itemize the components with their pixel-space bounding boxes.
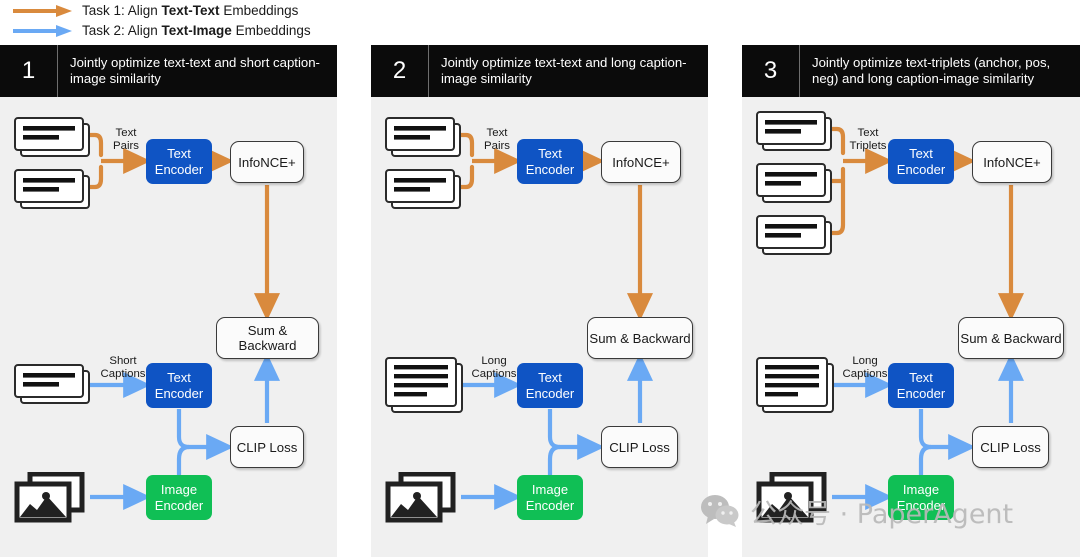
panel-3-body: Text Triplets Text Encoder InfoNCE+ Sum … [742, 97, 1080, 557]
image-encoder[interactable]: Image Encoder [888, 475, 954, 520]
diagram-canvas: Task 1: Align Text-Text Embeddings Task … [0, 0, 1080, 557]
panel-2-header: 2 Jointly optimize text-text and long ca… [371, 45, 708, 97]
sum-backward-box[interactable]: Sum & Backward [958, 317, 1064, 359]
image-stack-icon [385, 472, 456, 523]
clip-loss-box[interactable]: CLIP Loss [230, 426, 304, 468]
image-encoder[interactable]: Image Encoder [517, 475, 583, 520]
panel-2-body: Text Pairs Text Encoder InfoNCE+ Sum & B… [371, 97, 708, 557]
edge-label-captions: Long Captions [471, 355, 517, 380]
infonce-box[interactable]: InfoNCE+ [972, 141, 1052, 183]
infonce-box[interactable]: InfoNCE+ [230, 141, 304, 183]
orange-arrow-icon [13, 5, 72, 17]
infonce-box[interactable]: InfoNCE+ [601, 141, 681, 183]
legend-label-task2: Task 2: Align Text-Image Embeddings [82, 23, 311, 38]
edge-label-captions: Short Captions [100, 355, 146, 380]
text-encoder-top[interactable]: Text Encoder [517, 139, 583, 184]
long-caption-document-icon [756, 357, 834, 413]
edge-label-text-pairs: Text Pairs [113, 127, 139, 152]
image-stack-icon [756, 472, 827, 523]
clip-loss-box[interactable]: CLIP Loss [601, 426, 678, 468]
text-encoder-top[interactable]: Text Encoder [888, 139, 954, 184]
document-stack-icon [385, 117, 461, 209]
sum-backward-box[interactable]: Sum & Backward [587, 317, 693, 359]
text-encoder-bottom[interactable]: Text Encoder [888, 363, 954, 408]
panel-3-number: 3 [742, 45, 800, 97]
panel-1-number: 1 [0, 45, 58, 97]
image-stack-icon [14, 472, 85, 523]
long-caption-document-icon [385, 357, 463, 413]
edge-label-captions: Long Captions [842, 355, 888, 380]
panel-2-number: 2 [371, 45, 429, 97]
sum-backward-box[interactable]: Sum & Backward [216, 317, 319, 359]
panel-3-title: Jointly optimize text-triplets (anchor, … [812, 54, 1051, 87]
edge-label-text-triplets: Text Triplets [849, 127, 887, 152]
document-triplet-stack-icon [756, 111, 832, 255]
legend: Task 1: Align Text-Text Embeddings Task … [0, 0, 1080, 42]
edge-label-text-pairs: Text Pairs [484, 127, 510, 152]
panel-1-header: 1 Jointly optimize text-text and short c… [0, 45, 337, 97]
image-encoder[interactable]: Image Encoder [146, 475, 212, 520]
panel-1: 1 Jointly optimize text-text and short c… [0, 45, 337, 557]
panel-3: 3 Jointly optimize text-triplets (anchor… [742, 45, 1080, 557]
legend-item-task1: Task 1: Align Text-Text Embeddings [12, 2, 298, 20]
panel-1-body: Text Pairs Text Encoder InfoNCE+ Sum & B… [0, 97, 337, 557]
legend-label-task1: Task 1: Align Text-Text Embeddings [82, 3, 299, 18]
panel-2-title: Jointly optimize text-text and long capt… [441, 54, 687, 87]
clip-loss-box[interactable]: CLIP Loss [972, 426, 1049, 468]
document-stack-icon [14, 117, 90, 209]
text-encoder-top[interactable]: Text Encoder [146, 139, 212, 184]
text-encoder-bottom[interactable]: Text Encoder [146, 363, 212, 408]
panel-3-header: 3 Jointly optimize text-triplets (anchor… [742, 45, 1080, 97]
short-caption-document-icon [14, 364, 90, 404]
legend-item-task2: Task 2: Align Text-Image Embeddings [12, 22, 311, 40]
panel-2: 2 Jointly optimize text-text and long ca… [371, 45, 708, 557]
text-encoder-bottom[interactable]: Text Encoder [517, 363, 583, 408]
panel-1-title: Jointly optimize text-text and short cap… [70, 54, 320, 87]
blue-arrow-icon [13, 25, 72, 37]
